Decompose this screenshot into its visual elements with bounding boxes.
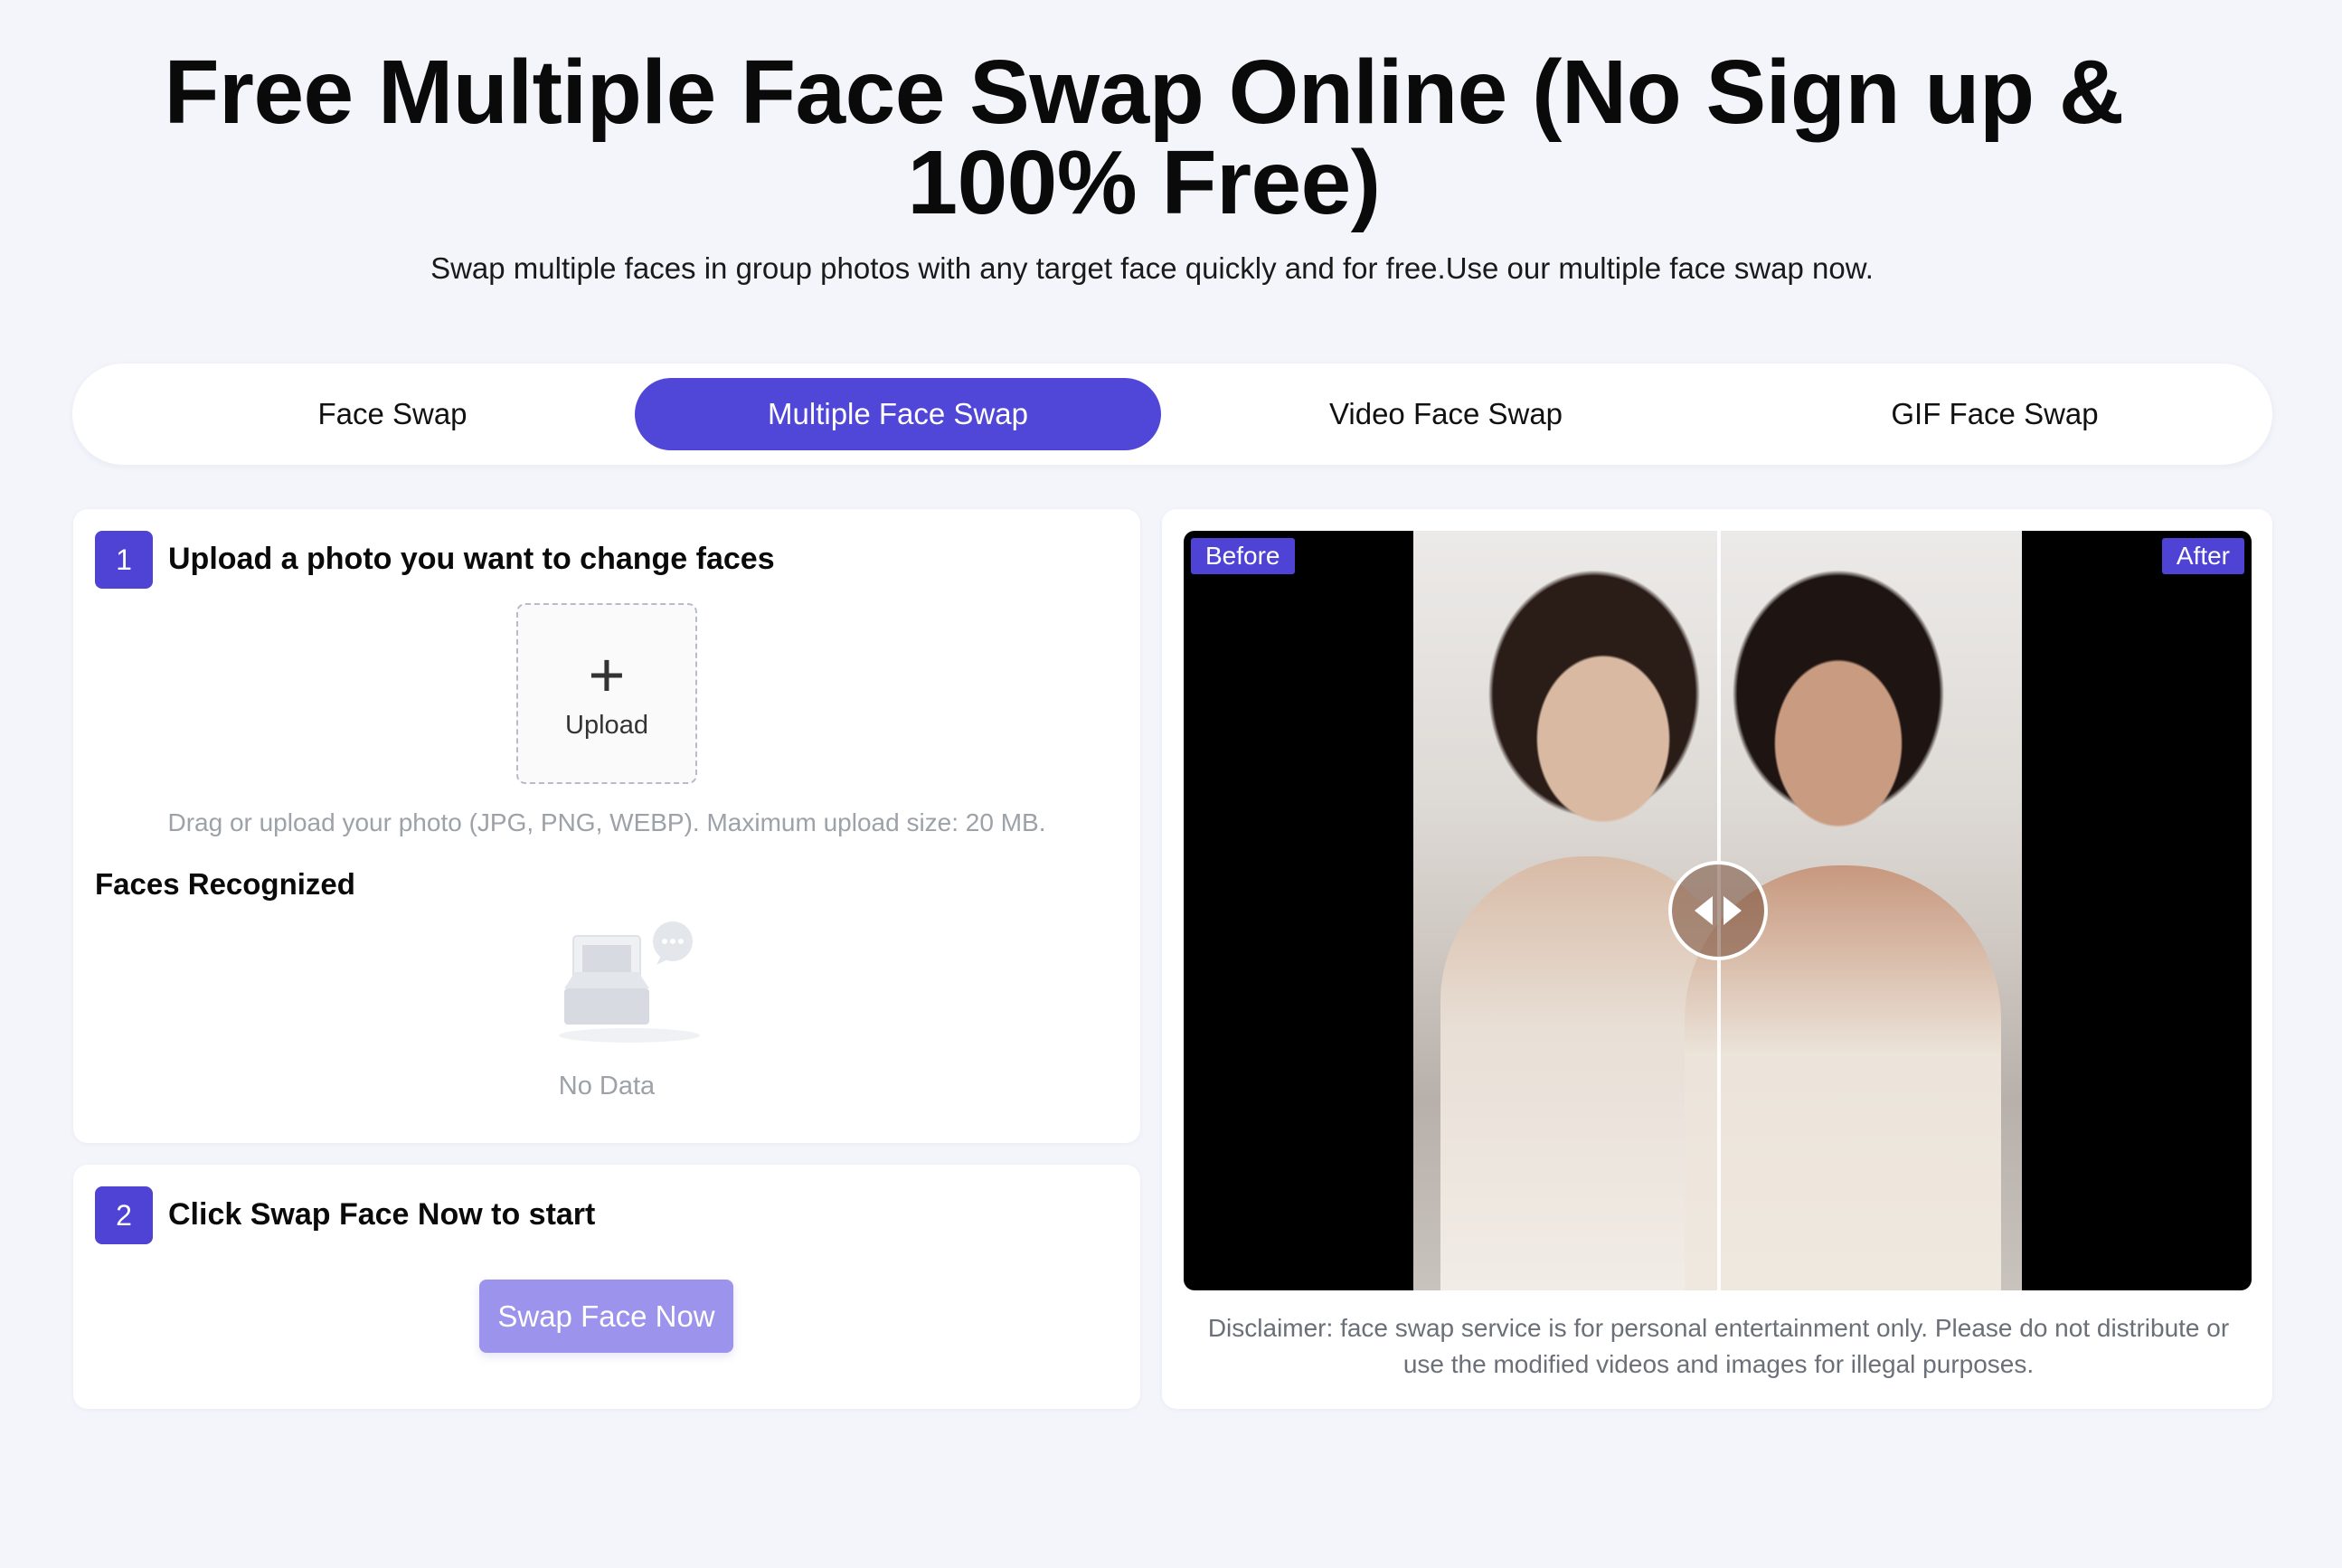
upload-dropzone[interactable]: + Upload [516, 603, 697, 784]
upload-card: 1 Upload a photo you want to change face… [73, 509, 1140, 1143]
arrow-right-icon [1723, 896, 1742, 925]
preview-card: Before After Disclaimer: face swap servi… [1162, 509, 2272, 1409]
upload-hint: Drag or upload your photo (JPG, PNG, WEB… [167, 808, 1046, 836]
before-label: Before [1191, 538, 1295, 574]
page-subtitle: Swap multiple faces in group photos with… [430, 251, 1874, 285]
swap-card: 2 Click Swap Face Now to start Swap Face… [73, 1165, 1140, 1409]
empty-inbox-icon [559, 921, 700, 1043]
step-1-title: Upload a photo you want to change faces [168, 542, 775, 576]
page-title: Free Multiple Face Swap Online (No Sign … [164, 42, 2124, 233]
tab-multiple-face-swap[interactable]: Multiple Face Swap [635, 378, 1161, 450]
compare-slider-handle[interactable] [1668, 861, 1768, 960]
arrow-left-icon [1695, 896, 1713, 925]
step-1-badge: 1 [95, 531, 153, 589]
tab-face-swap[interactable]: Face Swap [129, 378, 656, 450]
tab-video-face-swap[interactable]: Video Face Swap [1183, 378, 1709, 450]
tab-gif-face-swap[interactable]: GIF Face Swap [1732, 378, 2258, 450]
no-data-text: No Data [558, 1072, 656, 1100]
step-2-title: Click Swap Face Now to start [168, 1197, 596, 1232]
tool-tabs: Face Swap Multiple Face Swap Video Face … [72, 364, 2272, 465]
swap-face-now-button[interactable]: Swap Face Now [479, 1280, 733, 1353]
faces-recognized-title: Faces Recognized [95, 867, 355, 901]
after-label: After [2161, 538, 2244, 574]
before-after-compare[interactable]: Before After [1184, 531, 2252, 1290]
disclaimer-text: Disclaimer: face swap service is for per… [1207, 1314, 2230, 1378]
step-2-badge: 2 [95, 1186, 153, 1244]
plus-icon: + [588, 638, 626, 710]
upload-label: Upload [565, 710, 648, 740]
